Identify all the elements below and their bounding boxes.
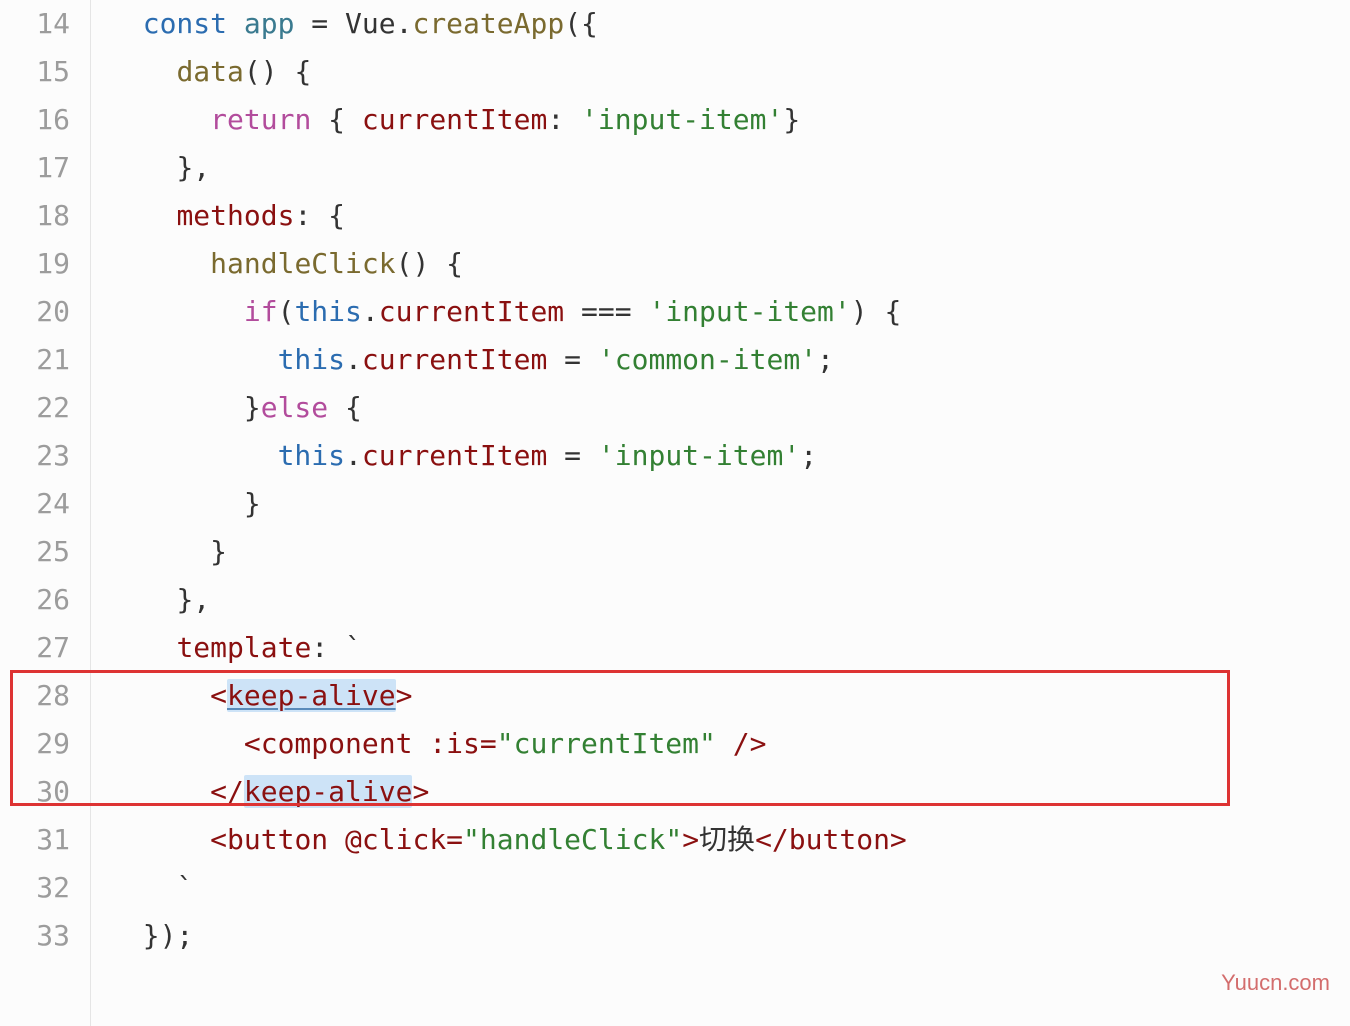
prop-template: template: [176, 631, 311, 664]
string-literal: 'input-item': [598, 439, 800, 472]
keyword-this: this: [294, 295, 361, 328]
line-number: 15: [0, 48, 70, 96]
line-number: 26: [0, 576, 70, 624]
code-line[interactable]: this.currentItem = 'common-item';: [109, 336, 1350, 384]
gutter-divider: [90, 0, 91, 1026]
tag-keep-alive: keep-alive: [227, 679, 396, 712]
code-line[interactable]: this.currentItem = 'input-item';: [109, 432, 1350, 480]
method-handleclick: handleClick: [210, 247, 395, 280]
code-line[interactable]: },: [109, 144, 1350, 192]
code-line[interactable]: },: [109, 576, 1350, 624]
line-number: 30: [0, 768, 70, 816]
watermark-text: Yuucn.com: [1221, 970, 1330, 996]
code-line[interactable]: return { currentItem: 'input-item'}: [109, 96, 1350, 144]
code-line[interactable]: handleClick() {: [109, 240, 1350, 288]
line-number: 33: [0, 912, 70, 960]
code-line[interactable]: <component :is="currentItem" />: [109, 720, 1350, 768]
method-data: data: [176, 55, 243, 88]
line-number: 25: [0, 528, 70, 576]
code-area[interactable]: const app = Vue.createApp({ data() { ret…: [109, 0, 1350, 1026]
code-line[interactable]: });: [109, 912, 1350, 960]
line-number: 21: [0, 336, 70, 384]
code-line[interactable]: if(this.currentItem === 'input-item') {: [109, 288, 1350, 336]
line-number: 22: [0, 384, 70, 432]
string-literal: 'common-item': [598, 343, 817, 376]
line-number: 17: [0, 144, 70, 192]
string-literal: 'input-item': [581, 103, 783, 136]
keyword-this: this: [278, 439, 345, 472]
code-line[interactable]: }: [109, 480, 1350, 528]
line-number: 14: [0, 0, 70, 48]
line-number-gutter: 14 15 16 17 18 19 20 21 22 23 24 25 26 2…: [0, 0, 90, 1026]
code-line[interactable]: methods: {: [109, 192, 1350, 240]
tag-component: component: [261, 727, 413, 760]
line-number: 29: [0, 720, 70, 768]
line-number: 18: [0, 192, 70, 240]
code-line[interactable]: data() {: [109, 48, 1350, 96]
line-number: 24: [0, 480, 70, 528]
line-number: 32: [0, 864, 70, 912]
fn-createapp: createApp: [412, 7, 564, 40]
keyword-else: else: [261, 391, 328, 424]
code-line[interactable]: `: [109, 864, 1350, 912]
tag-keep-alive-close: keep-alive: [244, 775, 413, 808]
code-line[interactable]: <keep-alive>: [109, 672, 1350, 720]
keyword-const: const: [143, 7, 227, 40]
keyword-this: this: [278, 343, 345, 376]
line-number: 19: [0, 240, 70, 288]
code-editor[interactable]: 14 15 16 17 18 19 20 21 22 23 24 25 26 2…: [0, 0, 1350, 1026]
var-app: app: [244, 7, 295, 40]
code-line[interactable]: }else {: [109, 384, 1350, 432]
line-number: 23: [0, 432, 70, 480]
keyword-if: if: [244, 295, 278, 328]
code-line[interactable]: <button @click="handleClick">切换</button>: [109, 816, 1350, 864]
line-number: 28: [0, 672, 70, 720]
code-line[interactable]: const app = Vue.createApp({: [109, 0, 1350, 48]
code-line[interactable]: template: `: [109, 624, 1350, 672]
line-number: 16: [0, 96, 70, 144]
button-text: 切换: [699, 823, 755, 856]
keyword-return: return: [210, 103, 311, 136]
line-number: 27: [0, 624, 70, 672]
string-literal: 'input-item': [648, 295, 850, 328]
tag-button: button: [227, 823, 328, 856]
code-line[interactable]: </keep-alive>: [109, 768, 1350, 816]
prop-methods: methods: [176, 199, 294, 232]
ident-vue: Vue: [345, 7, 396, 40]
prop-currentitem: currentItem: [362, 103, 547, 136]
code-line[interactable]: }: [109, 528, 1350, 576]
line-number: 20: [0, 288, 70, 336]
line-number: 31: [0, 816, 70, 864]
